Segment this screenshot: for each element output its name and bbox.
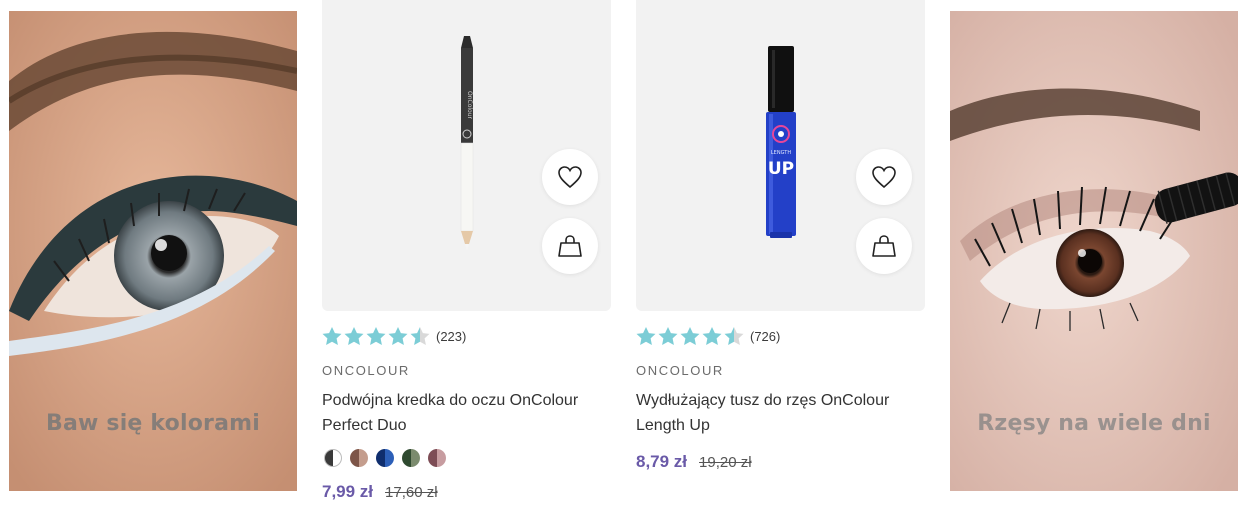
price-old: 19,20 zł [699,454,752,471]
product-name-line-1[interactable]: Wydłużający tusz do rzęs OnColour [636,392,889,409]
color-swatch[interactable] [376,449,394,467]
promo-banner-colors[interactable]: Baw się kolorami [9,11,297,491]
rating-stars [636,326,744,346]
product-name-line-1[interactable]: Podwójna kredka do oczu OnColour [322,392,578,409]
svg-text:LENGTH: LENGTH [771,150,791,156]
product-image-box[interactable]: LENGTH UP [636,0,925,311]
product-name[interactable]: Podwójna kredka do oczu OnColour Perfect… [322,388,607,438]
add-to-bag-button[interactable] [542,218,598,274]
add-to-bag-button[interactable] [856,218,912,274]
star-icon [322,326,342,345]
color-swatch[interactable] [324,449,342,467]
product-brand: ONCOLOUR [322,363,410,378]
color-swatch[interactable] [402,449,420,467]
product-price: 7,99 zł 17,60 zł [322,482,438,502]
wishlist-button[interactable] [542,149,598,205]
product-name[interactable]: Wydłużający tusz do rzęs OnColour Length… [636,388,921,438]
promo-text-lashes: Rzęsy na wiele dni [977,411,1211,436]
svg-text:UP: UP [768,159,794,179]
star-icon [366,326,386,345]
product-brand: ONCOLOUR [636,363,724,378]
color-swatch[interactable] [428,449,446,467]
heart-icon [872,166,896,189]
product-card-eyeliner[interactable]: OnColour (223) ONCOLOUR Podwójna kredka … [322,0,611,511]
product-card-mascara[interactable]: LENGTH UP (726) ONCOLOUR Wydłużający tus… [636,0,925,511]
color-swatch[interactable] [350,449,368,467]
rating-stars [322,326,430,346]
price-old: 17,60 zł [385,484,438,501]
product-name-line-2[interactable]: Perfect Duo [322,417,406,434]
star-icon [344,326,364,345]
promo-text-colors: Baw się kolorami [46,411,260,436]
shopping-bag-icon [558,235,582,257]
shopping-bag-icon [872,235,896,257]
price-current: 8,79 zł [636,452,688,471]
svg-text:OnColour: OnColour [466,91,473,120]
star-icon [680,326,700,345]
review-count[interactable]: (726) [750,329,780,344]
color-swatches [324,449,446,467]
product-price: 8,79 zł 19,20 zł [636,452,752,472]
product-name-line-2[interactable]: Length Up [636,417,710,434]
star-icon [388,326,408,345]
half-star-icon [724,326,744,345]
product-rating[interactable]: (223) [322,326,466,346]
star-icon [636,326,656,345]
product-rating[interactable]: (726) [636,326,780,346]
promo-banner-lashes[interactable]: Rzęsy na wiele dni [950,11,1238,491]
price-current: 7,99 zł [322,482,374,501]
mascara-image: LENGTH UP [766,46,796,238]
star-icon [658,326,678,345]
star-icon [702,326,722,345]
review-count[interactable]: (223) [436,329,466,344]
eye-pencil-image: OnColour [460,36,474,250]
product-image-box[interactable]: OnColour [322,0,611,311]
heart-icon [558,166,582,189]
wishlist-button[interactable] [856,149,912,205]
half-star-icon [410,326,430,345]
